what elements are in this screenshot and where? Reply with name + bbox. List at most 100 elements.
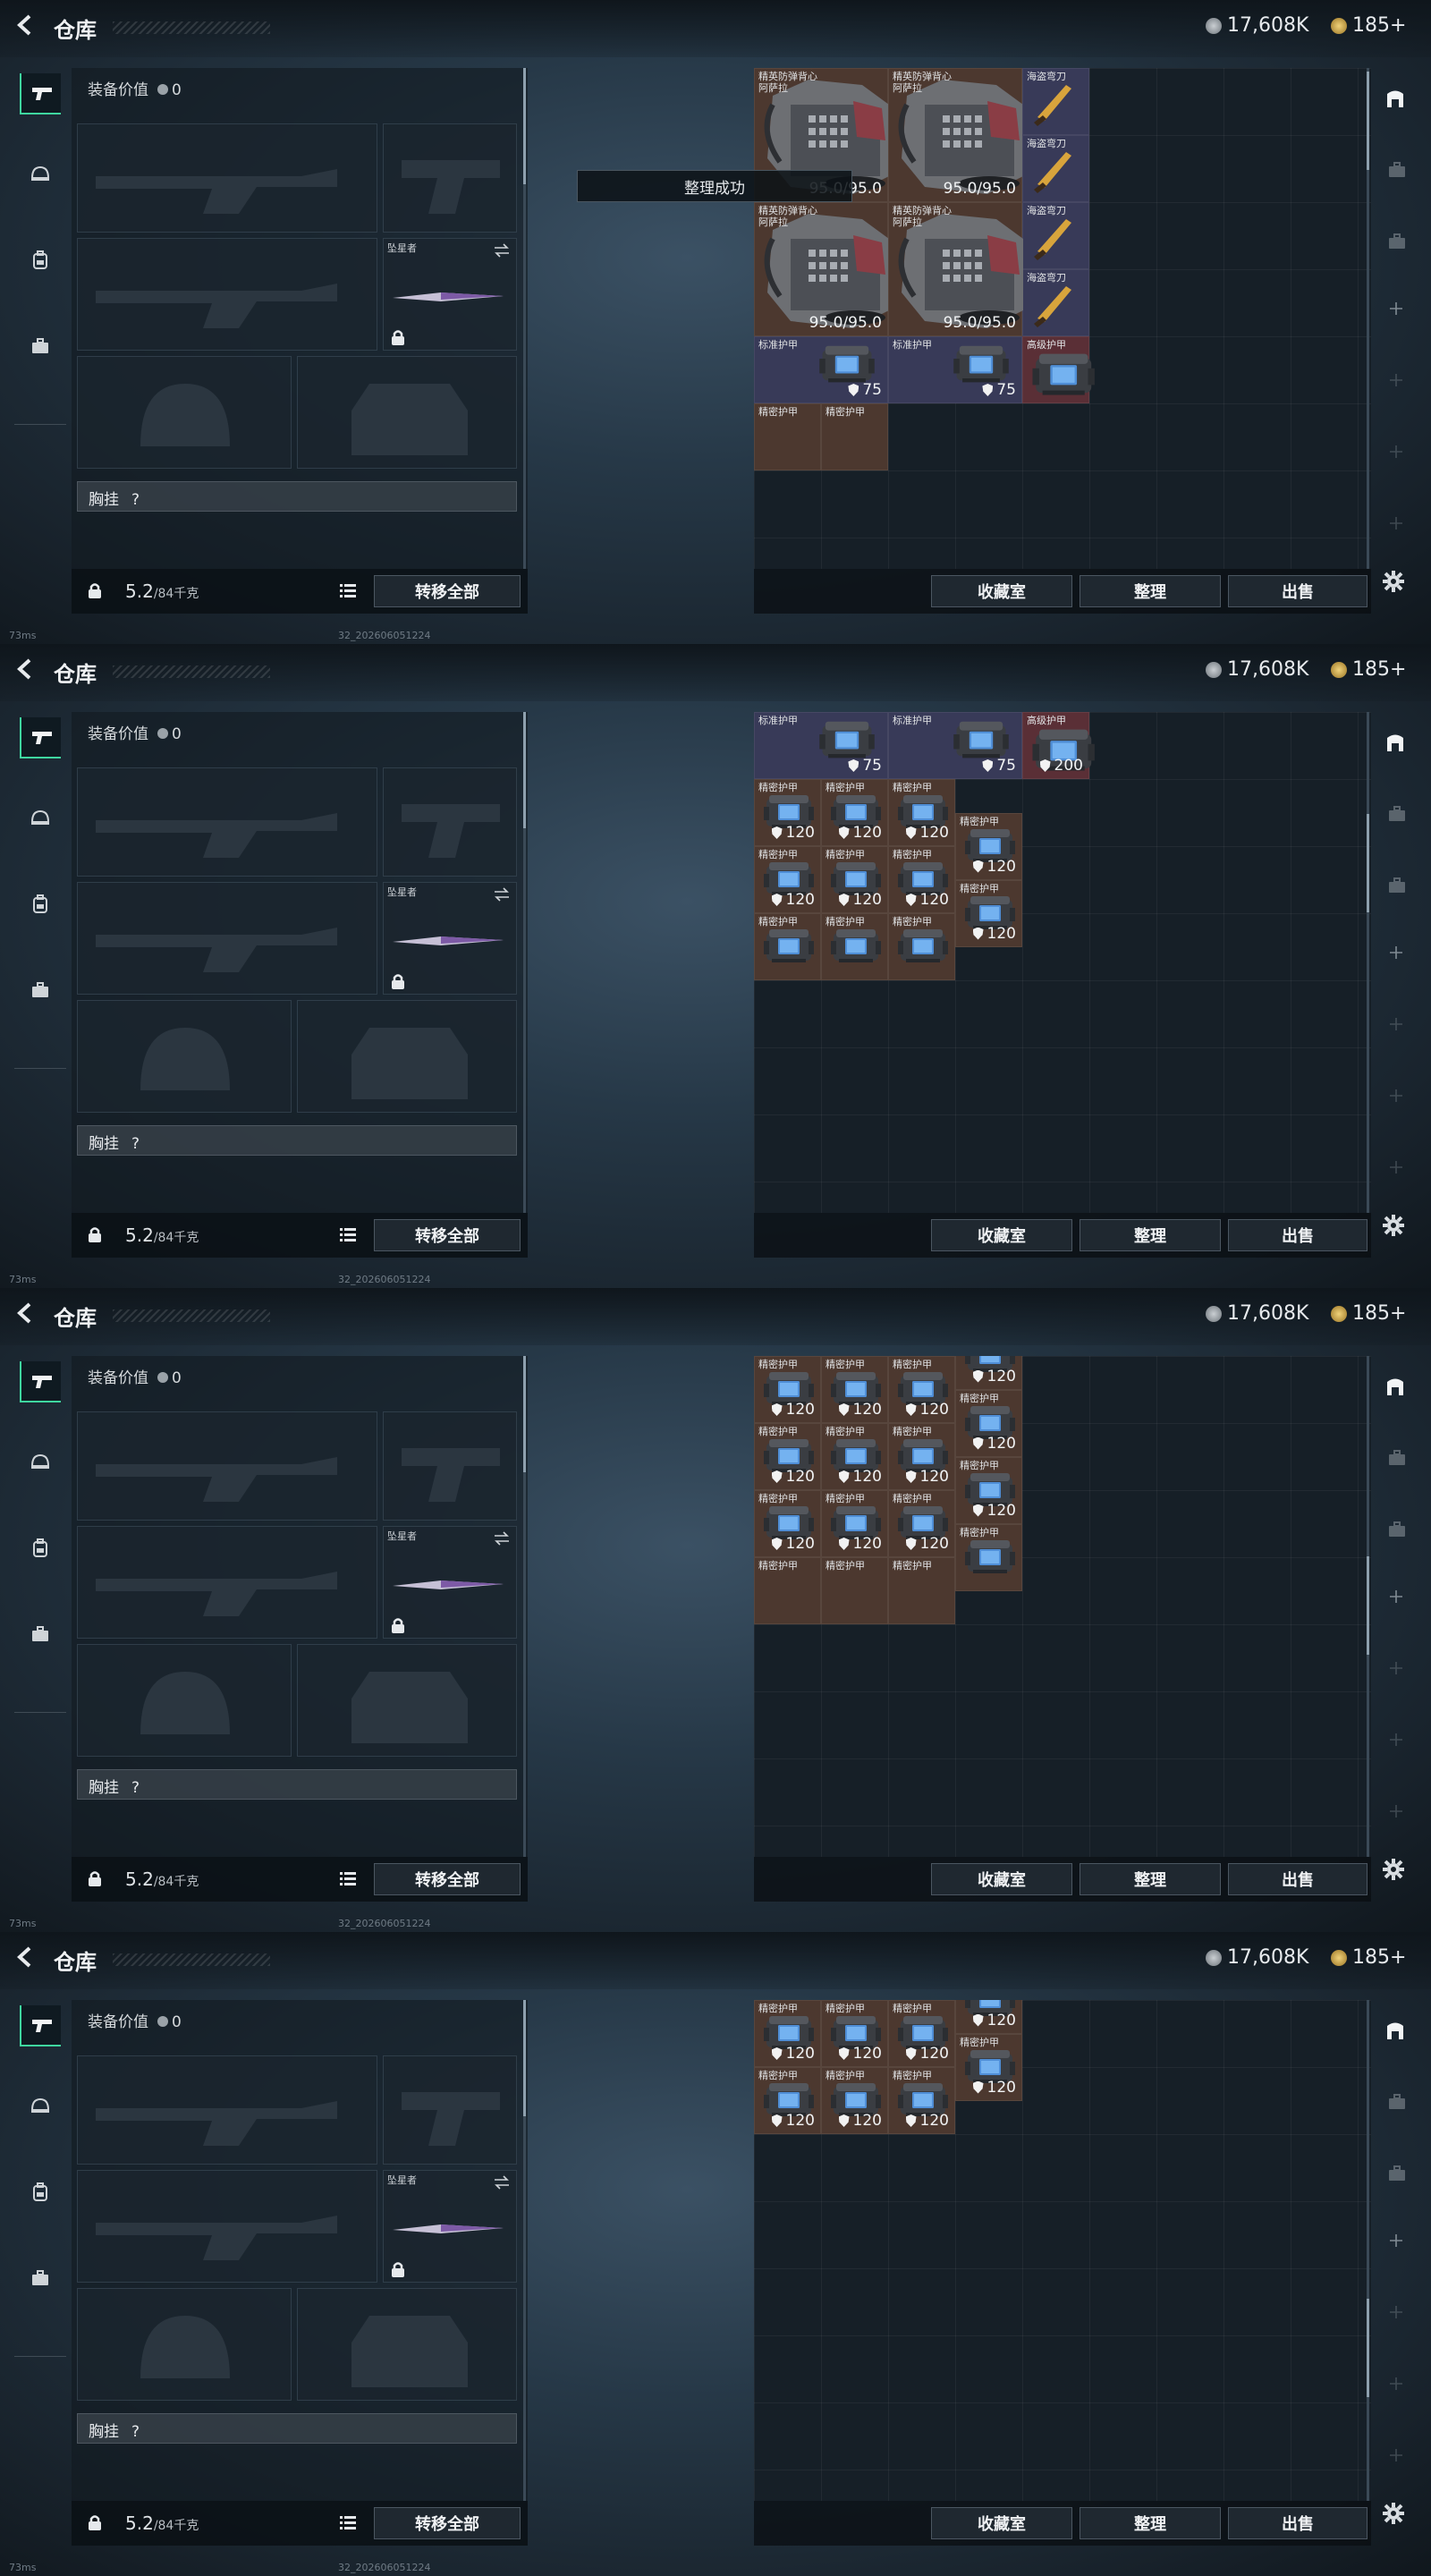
- back-button[interactable]: [13, 1301, 38, 1326]
- storage-item[interactable]: 高级护甲 200: [1022, 712, 1095, 779]
- pistol-slot[interactable]: [383, 2055, 517, 2165]
- tab-helmet[interactable]: [20, 2086, 61, 2127]
- pistol-slot[interactable]: [383, 1411, 517, 1521]
- storage-scrollbar-thumb[interactable]: [1367, 2299, 1369, 2397]
- storage-item[interactable]: 精密护甲: [821, 403, 888, 470]
- tab-helmet[interactable]: [20, 1442, 61, 1483]
- storage-item[interactable]: 精密护甲 120: [888, 1423, 955, 1490]
- add-storage-button[interactable]: [1388, 1732, 1404, 1748]
- storage-item[interactable]: 精密护甲 120: [754, 1356, 821, 1423]
- helmet-slot[interactable]: [77, 2288, 292, 2401]
- storage-item[interactable]: 精密护甲 120: [955, 1456, 1022, 1524]
- storage-item[interactable]: 标准护甲 75: [754, 712, 888, 779]
- storage-item[interactable]: 精密护甲 120: [955, 879, 1022, 947]
- right-tab-1[interactable]: [1384, 2089, 1410, 2114]
- right-tab-1[interactable]: [1384, 157, 1410, 182]
- body-armor-slot[interactable]: [297, 2288, 517, 2401]
- body-armor-slot[interactable]: [297, 1000, 517, 1113]
- tab-collection[interactable]: [1383, 1374, 1411, 1402]
- tab-briefcase[interactable]: [20, 2258, 61, 2299]
- storage-item[interactable]: 精密护甲 120: [888, 1490, 955, 1557]
- storage-item[interactable]: 精密护甲: [754, 1557, 821, 1624]
- back-button[interactable]: [13, 657, 38, 682]
- storage-item[interactable]: 精英防弹背心 阿萨拉 95.0/95.0: [754, 202, 889, 336]
- storage-item[interactable]: 标准护甲 75: [888, 712, 1022, 779]
- transfer-all-button[interactable]: 转移全部: [374, 1219, 521, 1251]
- melee-slot[interactable]: 坠星者: [383, 238, 517, 351]
- storage-item[interactable]: 精密护甲 120: [955, 1389, 1022, 1457]
- add-storage-button[interactable]: [1388, 2376, 1404, 2392]
- sort-button[interactable]: 整理: [1080, 575, 1221, 607]
- pistol-slot[interactable]: [383, 767, 517, 877]
- collection-room-button[interactable]: 收藏室: [931, 2507, 1072, 2539]
- storage-item[interactable]: 高级护甲: [1022, 336, 1095, 403]
- sort-button[interactable]: 整理: [1080, 1219, 1221, 1251]
- add-storage-button[interactable]: [1388, 2304, 1404, 2320]
- melee-slot[interactable]: 坠星者: [383, 1526, 517, 1639]
- right-tab-2[interactable]: [1384, 229, 1410, 254]
- body-armor-slot[interactable]: [297, 1644, 517, 1757]
- storage-item[interactable]: 精密护甲: [888, 1557, 955, 1624]
- right-tab-2[interactable]: [1384, 1517, 1410, 1542]
- storage-item[interactable]: 精密护甲 120: [888, 1356, 955, 1423]
- storage-item[interactable]: 海盗弯刀: [1022, 135, 1089, 202]
- equipment-scrollbar-thumb[interactable]: [523, 68, 526, 184]
- add-storage-button[interactable]: [1388, 515, 1404, 531]
- transfer-all-button[interactable]: 转移全部: [374, 575, 521, 607]
- back-button[interactable]: [13, 13, 38, 38]
- melee-slot[interactable]: 坠星者: [383, 882, 517, 995]
- equipment-scrollbar-thumb[interactable]: [523, 1356, 526, 1472]
- helmet-slot[interactable]: [77, 1644, 292, 1757]
- list-button[interactable]: [338, 1869, 358, 1889]
- right-tab-1[interactable]: [1384, 801, 1410, 826]
- secondary-weapon-slot[interactable]: [77, 882, 377, 995]
- add-storage-button[interactable]: [1388, 301, 1404, 317]
- collection-room-button[interactable]: 收藏室: [931, 575, 1072, 607]
- chest-rig-slot[interactable]: 胸挂?: [77, 2413, 517, 2444]
- storage-item[interactable]: 精密护甲 120: [821, 846, 888, 913]
- melee-slot[interactable]: 坠星者: [383, 2170, 517, 2283]
- secondary-weapon-slot[interactable]: [77, 1526, 377, 1639]
- storage-item[interactable]: 海盗弯刀: [1022, 269, 1089, 336]
- tab-pistol[interactable]: [20, 73, 61, 114]
- storage-scrollbar-thumb[interactable]: [1367, 1556, 1369, 1655]
- add-storage-button[interactable]: [1388, 2447, 1404, 2463]
- storage-item[interactable]: 精密护甲: [754, 403, 821, 470]
- list-button[interactable]: [338, 2513, 358, 2533]
- tab-briefcase[interactable]: [20, 326, 61, 367]
- tab-collection[interactable]: [1383, 86, 1411, 114]
- storage-item[interactable]: 精密护甲 120: [888, 2000, 955, 2067]
- list-button[interactable]: [338, 1225, 358, 1245]
- storage-item[interactable]: 精密护甲: [821, 913, 888, 980]
- chest-rig-slot[interactable]: 胸挂?: [77, 1769, 517, 1800]
- storage-scrollbar[interactable]: [1367, 712, 1369, 1213]
- storage-item[interactable]: 精密护甲: [955, 1523, 1022, 1591]
- storage-item[interactable]: 精密护甲: [754, 913, 821, 980]
- sort-button[interactable]: 整理: [1080, 2507, 1221, 2539]
- add-storage-button[interactable]: [1388, 1016, 1404, 1032]
- add-storage-button[interactable]: [1388, 1660, 1404, 1676]
- chest-rig-slot[interactable]: 胸挂?: [77, 1125, 517, 1156]
- storage-item[interactable]: 标准护甲 75: [888, 336, 1022, 403]
- add-storage-button[interactable]: [1388, 2233, 1404, 2249]
- add-storage-button[interactable]: [1388, 444, 1404, 460]
- storage-item[interactable]: 精密护甲 120: [821, 779, 888, 846]
- body-armor-slot[interactable]: [297, 356, 517, 469]
- add-storage-button[interactable]: [1388, 1159, 1404, 1175]
- add-storage-button[interactable]: [1388, 1803, 1404, 1819]
- tab-briefcase[interactable]: [20, 970, 61, 1011]
- chest-rig-slot[interactable]: 胸挂?: [77, 481, 517, 512]
- storage-item[interactable]: 精密护甲 120: [821, 1356, 888, 1423]
- storage-item[interactable]: 精密护甲 120: [754, 779, 821, 846]
- add-storage-button[interactable]: [1388, 1589, 1404, 1605]
- storage-item[interactable]: 精密护甲: [821, 1557, 888, 1624]
- helmet-slot[interactable]: [77, 1000, 292, 1113]
- tab-pistol[interactable]: [20, 717, 61, 758]
- tab-collection[interactable]: [1383, 2018, 1411, 2046]
- storage-item[interactable]: 精密护甲 120: [754, 2000, 821, 2067]
- sort-button[interactable]: 整理: [1080, 1863, 1221, 1895]
- primary-weapon-slot[interactable]: [77, 123, 377, 233]
- tab-collection[interactable]: [1383, 730, 1411, 758]
- settings-button[interactable]: [1381, 1857, 1406, 1882]
- right-tab-2[interactable]: [1384, 873, 1410, 898]
